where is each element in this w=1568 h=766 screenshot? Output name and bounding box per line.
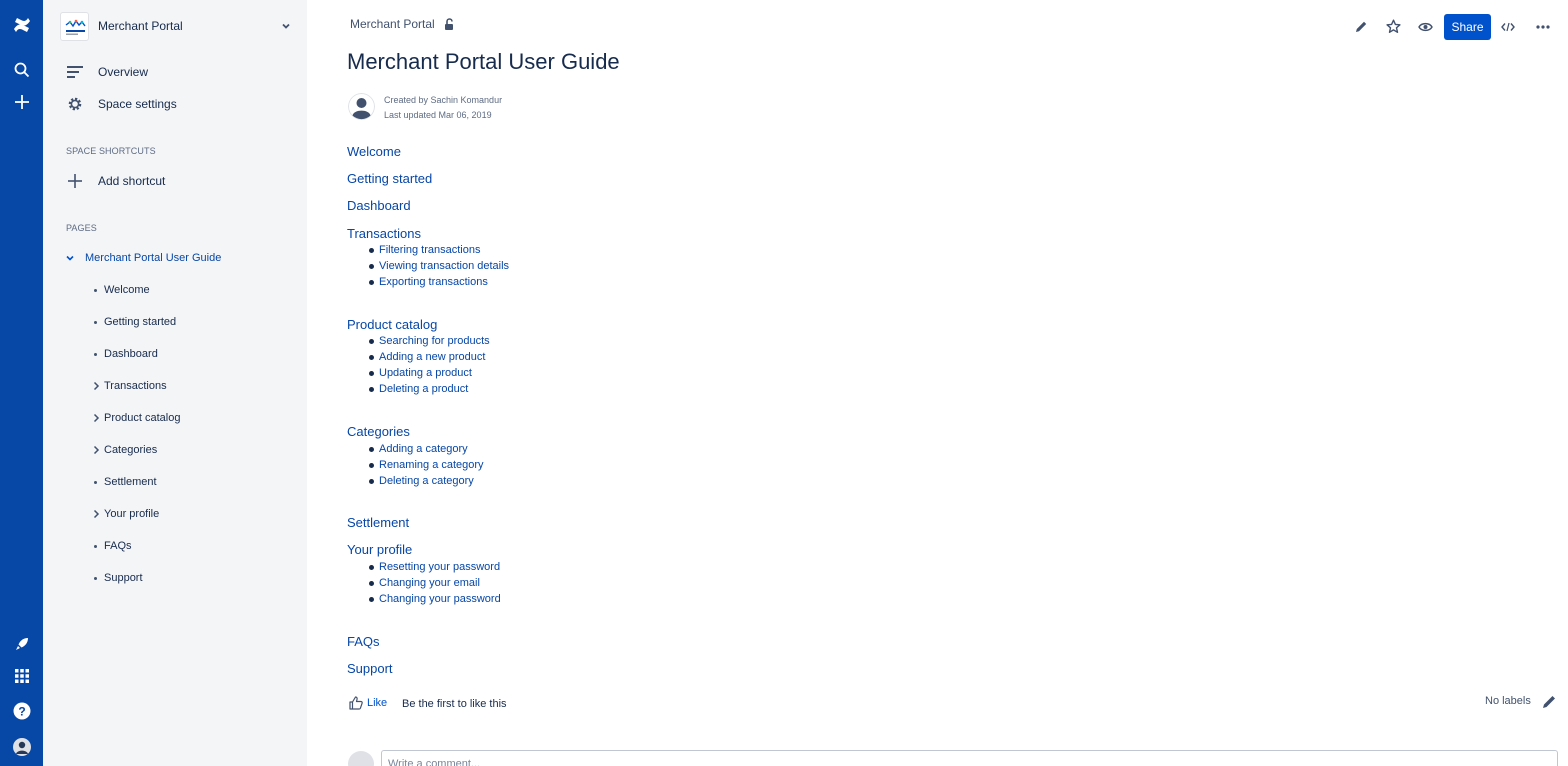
labels-status: No labels: [1485, 695, 1531, 707]
last-updated: Last updated Mar 06, 2019: [384, 110, 492, 120]
toc-sub-link[interactable]: Resetting your password: [369, 560, 500, 574]
watch-icon[interactable]: [1413, 13, 1437, 40]
toc-sub-link[interactable]: Adding a new product: [369, 350, 485, 364]
share-button[interactable]: Share: [1444, 14, 1491, 40]
space-sidebar: Merchant Portal Overview Space settings …: [43, 0, 307, 766]
toc-sub-link[interactable]: Deleting a product: [369, 382, 468, 396]
page-tree-item-getting-started[interactable]: Getting started: [87, 314, 176, 330]
chevron-down-icon[interactable]: [280, 19, 292, 37]
page-tree-item-welcome[interactable]: Welcome: [87, 282, 150, 298]
help-icon[interactable]: ?: [0, 697, 43, 725]
toc-link-categories[interactable]: Categories: [347, 424, 410, 439]
page-tree-item-categories[interactable]: Categories: [87, 442, 157, 458]
toc-link-transactions[interactable]: Transactions: [347, 226, 421, 241]
toc-sub-link[interactable]: Adding a category: [369, 442, 468, 456]
chevron-right-icon[interactable]: [87, 509, 104, 519]
like-status-text: Be the first to like this: [402, 698, 507, 710]
search-icon[interactable]: [0, 56, 43, 84]
toc-link-settlement[interactable]: Settlement: [347, 515, 409, 530]
toc-sub-link[interactable]: Changing your email: [369, 576, 480, 590]
page-tree-root[interactable]: Merchant Portal User Guide: [65, 250, 221, 266]
page-tree-root-label: Merchant Portal User Guide: [85, 252, 222, 264]
toc-link-welcome[interactable]: Welcome: [347, 144, 401, 159]
chevron-right-icon[interactable]: [87, 413, 104, 423]
bullet-icon: [87, 544, 104, 548]
bullet-icon: [87, 320, 104, 324]
page-tree-item-dashboard[interactable]: Dashboard: [87, 346, 158, 362]
space-settings-label: Space settings: [98, 97, 177, 111]
app-switcher-icon[interactable]: [0, 662, 43, 690]
toc-link-faqs[interactable]: FAQs: [347, 634, 380, 649]
overview-label: Overview: [98, 65, 149, 79]
toc-sub-link[interactable]: Changing your password: [369, 592, 501, 606]
edit-labels-icon[interactable]: [1541, 694, 1557, 715]
toc-sub-link[interactable]: Searching for products: [369, 334, 490, 348]
more-icon[interactable]: [1531, 13, 1555, 40]
svg-text:?: ?: [18, 705, 25, 719]
toc-sub-link[interactable]: Viewing transaction details: [369, 259, 509, 273]
toc-sub-link[interactable]: Filtering transactions: [369, 243, 481, 257]
unlocked-icon[interactable]: [443, 17, 455, 31]
page-tree-item-faqs[interactable]: FAQs: [87, 538, 132, 554]
global-nav-rail: ?: [0, 0, 43, 766]
comment-input[interactable]: Write a comment...: [381, 750, 1558, 766]
page-tree-item-support[interactable]: Support: [87, 570, 143, 586]
star-icon[interactable]: [1381, 13, 1405, 40]
create-icon[interactable]: [0, 88, 43, 116]
page-tree-item-product-catalog[interactable]: Product catalog: [87, 410, 180, 426]
add-shortcut-button[interactable]: Add shortcut: [63, 169, 165, 193]
overview-link[interactable]: Overview: [63, 60, 148, 84]
breadcrumb: Merchant Portal: [350, 17, 455, 31]
page-title: Merchant Portal User Guide: [347, 49, 620, 74]
space-name: Merchant Portal: [98, 19, 183, 33]
toc-sub-link[interactable]: Updating a product: [369, 366, 472, 380]
thumbs-up-icon: [349, 696, 363, 710]
created-by: Created by Sachin Komandur: [384, 95, 503, 105]
page-tree-item-transactions[interactable]: Transactions: [87, 378, 167, 394]
add-shortcut-label: Add shortcut: [98, 174, 166, 188]
like-label: Like: [367, 697, 388, 709]
chevron-right-icon[interactable]: [87, 381, 104, 391]
toc-link-your-profile[interactable]: Your profile: [347, 542, 412, 557]
bullet-icon: [87, 352, 104, 356]
toc-link-getting-started[interactable]: Getting started: [347, 171, 432, 186]
toc-sub-link[interactable]: Deleting a category: [369, 474, 474, 488]
toc-sub-link[interactable]: Exporting transactions: [369, 275, 488, 289]
space-settings-link[interactable]: Space settings: [63, 92, 177, 116]
page-tree-item-settlement[interactable]: Settlement: [87, 474, 157, 490]
space-logo: [60, 11, 89, 41]
space-shortcuts-heading: SPACE SHORTCUTS: [66, 146, 156, 156]
like-button[interactable]: Like: [349, 696, 387, 710]
breadcrumb-space-link[interactable]: Merchant Portal: [350, 17, 435, 31]
pages-heading: PAGES: [66, 223, 97, 233]
toc-link-product-catalog[interactable]: Product catalog: [347, 317, 437, 332]
toc-link-support[interactable]: Support: [347, 661, 393, 676]
profile-icon[interactable]: [0, 733, 43, 761]
bullet-icon: [87, 480, 104, 484]
page-tree-item-your-profile[interactable]: Your profile: [87, 506, 159, 522]
chevron-down-icon[interactable]: [65, 253, 79, 263]
author-avatar[interactable]: [348, 93, 375, 120]
plus-icon: [63, 169, 87, 193]
toc-sub-link[interactable]: Renaming a category: [369, 458, 484, 472]
comment-avatar: [348, 751, 374, 766]
confluence-logo-icon[interactable]: [0, 11, 43, 39]
rocket-icon[interactable]: [0, 630, 43, 658]
gear-icon: [63, 92, 87, 116]
embed-code-icon[interactable]: [1496, 13, 1520, 40]
toc-link-dashboard[interactable]: Dashboard: [347, 198, 411, 213]
bullet-icon: [87, 576, 104, 580]
chevron-right-icon[interactable]: [87, 445, 104, 455]
edit-icon[interactable]: [1349, 13, 1373, 40]
bullet-icon: [87, 288, 104, 292]
space-header[interactable]: Merchant Portal: [60, 11, 292, 41]
overview-icon: [63, 60, 87, 84]
